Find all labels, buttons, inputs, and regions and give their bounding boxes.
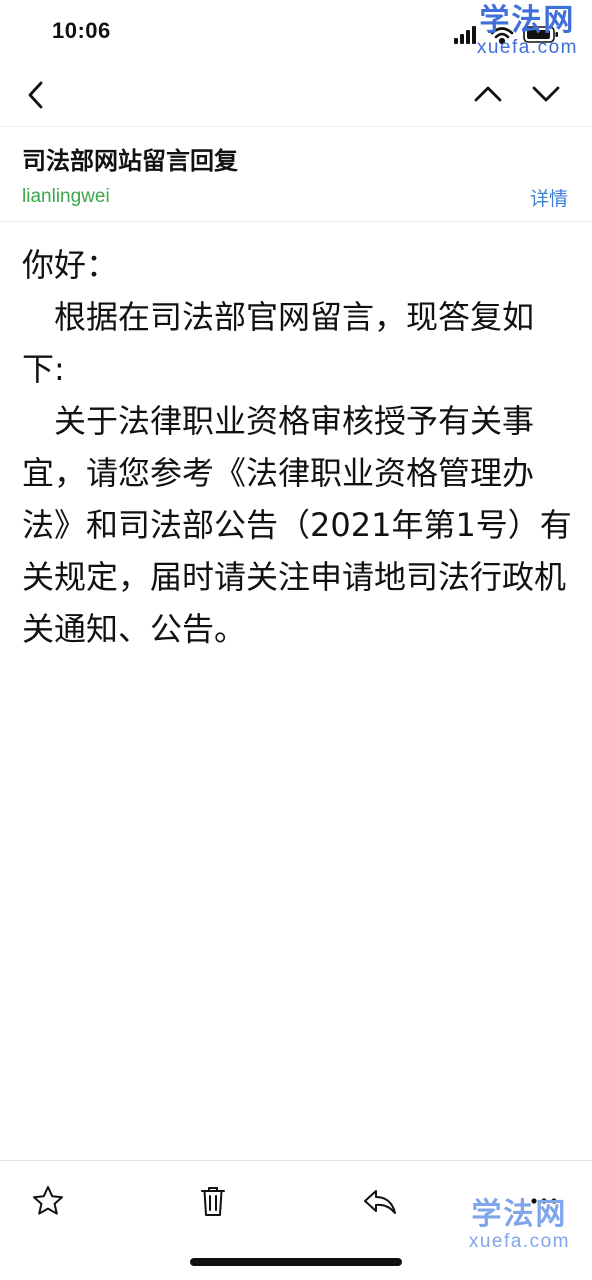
watermark-en: xuefa.com bbox=[476, 37, 578, 58]
body-greeting: 你好： bbox=[22, 246, 119, 284]
chevron-left-icon[interactable] bbox=[22, 80, 50, 110]
email-header: 司法部网站留言回复 lianlingwei 详情 bbox=[0, 126, 592, 222]
watermark-bottom: 学法网 xuefa.com bbox=[468, 1197, 570, 1252]
chevron-up-icon[interactable] bbox=[472, 82, 504, 106]
email-subject: 司法部网站留言回复 bbox=[22, 147, 238, 175]
chevron-down-icon[interactable] bbox=[530, 82, 562, 106]
home-indicator bbox=[190, 1258, 402, 1266]
watermark-cn: 学法网 bbox=[479, 3, 576, 38]
body-paragraph: 根据在司法部官网留言，现答复如下: bbox=[22, 298, 535, 388]
star-icon[interactable] bbox=[28, 1183, 68, 1219]
details-link[interactable]: 详情 bbox=[530, 184, 568, 211]
email-body: 你好： 根据在司法部官网留言，现答复如下: 关于法律职业资格审核授予有关事宜，请… bbox=[22, 239, 572, 655]
trash-icon[interactable] bbox=[193, 1183, 233, 1219]
watermark-cn: 学法网 bbox=[471, 1197, 568, 1232]
reply-icon[interactable] bbox=[360, 1183, 400, 1219]
watermark-en: xuefa.com bbox=[468, 1231, 570, 1252]
email-sender[interactable]: lianlingwei bbox=[22, 186, 110, 208]
signal-icon bbox=[454, 26, 476, 44]
nav-bar bbox=[0, 64, 592, 126]
status-time: 10:06 bbox=[52, 18, 111, 43]
watermark-top: 学法网 xuefa.com bbox=[476, 3, 578, 58]
body-paragraph: 关于法律职业资格审核授予有关事宜，请您参考《法律职业资格管理办法》和司法部公告（… bbox=[22, 402, 572, 648]
